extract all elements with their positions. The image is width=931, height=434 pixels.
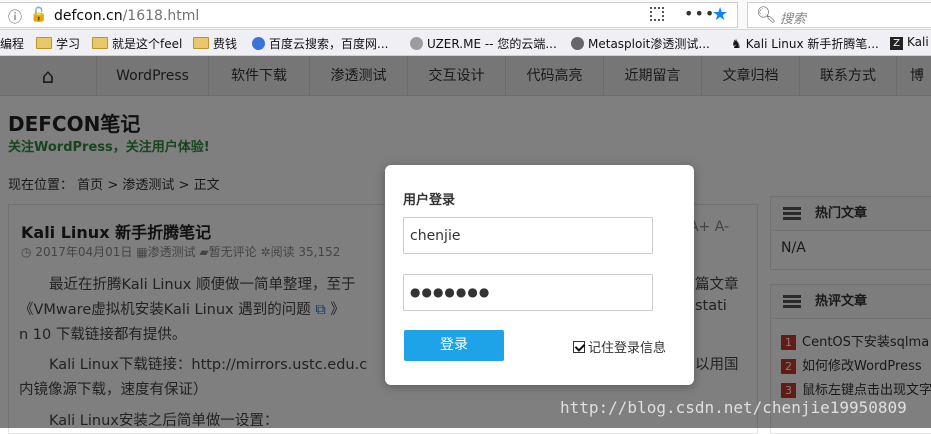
remember-label: 记住登录信息 (588, 341, 667, 356)
bookmark-folder[interactable]: 费钱 (193, 35, 237, 52)
folder-icon (92, 37, 108, 49)
bookmark-folder[interactable]: 学习 (36, 35, 80, 52)
bookmark-folder[interactable]: 就是这个feel (92, 35, 182, 52)
site-icon (571, 37, 584, 50)
login-button[interactable]: 登录 (404, 330, 504, 361)
site-icon (252, 37, 265, 50)
dialog-title: 用户登录 (403, 193, 456, 208)
bookmarks-toolbar: 编程 学习 就是这个feel 费钱 百度云搜索，百度网... UZER.ME -… (0, 30, 931, 56)
bookmark-item[interactable]: 百度云搜索，百度网... (252, 35, 388, 52)
watermark: http://blog.csdn.net/chenjie19950809 (560, 398, 907, 417)
folder-icon (193, 37, 209, 49)
login-dialog: 用户登录 ●●●●●●● 登录 记住登录信息 (385, 165, 694, 385)
url-bar[interactable]: ⓘ 🔓 defcon.cn/1618.html ••• ★ (0, 2, 738, 28)
site-icon (410, 37, 423, 50)
search-icon: 🔍︎ (756, 5, 777, 24)
remember-me[interactable]: 记住登录信息 (573, 337, 666, 356)
url-text[interactable]: defcon.cn/1618.html (54, 8, 199, 24)
search-box[interactable]: 🔍︎ 搜索 (747, 2, 931, 28)
password-field[interactable]: ●●●●●●● (403, 274, 653, 311)
browser-toolbar: ⓘ 🔓 defcon.cn/1618.html ••• ★ 🔍︎ 搜索 (0, 0, 931, 30)
qr-code-icon[interactable] (650, 7, 664, 21)
bookmark-item[interactable]: ♞ Kali Linux 新手折腾笔... (731, 35, 879, 52)
bookmark-item[interactable]: Z Kali (890, 35, 929, 50)
folder-icon (36, 37, 52, 49)
info-icon[interactable]: ⓘ (8, 7, 22, 27)
bookmark-item[interactable]: 编程 (0, 35, 24, 52)
site-icon: Z (890, 37, 903, 50)
site-icon: ♞ (731, 37, 742, 51)
page-actions-icon[interactable]: ••• (684, 4, 715, 23)
bookmark-item[interactable]: UZER.ME -- 您的云端... (410, 35, 557, 52)
insecure-lock-icon[interactable]: 🔓 (30, 7, 47, 23)
bookmark-star-icon[interactable]: ★ (712, 4, 728, 25)
username-field[interactable] (403, 217, 653, 254)
search-placeholder: 搜索 (780, 12, 807, 27)
bookmark-item[interactable]: Metasploit渗透测试... (571, 35, 710, 52)
remember-checkbox[interactable] (573, 341, 585, 353)
